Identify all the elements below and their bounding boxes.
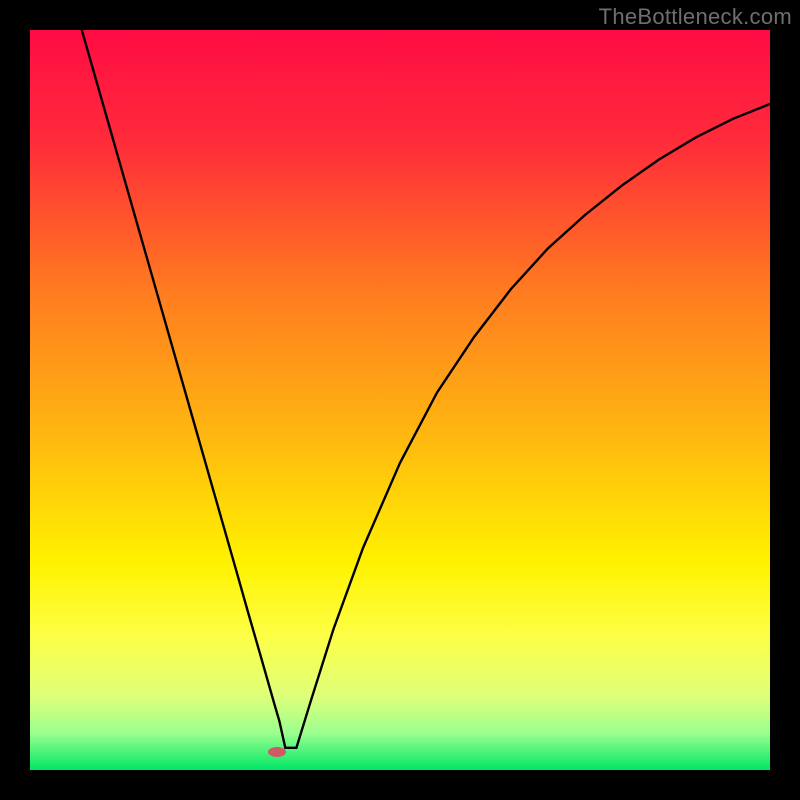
plot-area	[30, 30, 770, 770]
bottleneck-curve	[30, 30, 770, 770]
chart-frame: TheBottleneck.com	[0, 0, 800, 800]
attribution-text: TheBottleneck.com	[599, 4, 792, 30]
optimum-marker	[268, 747, 286, 757]
